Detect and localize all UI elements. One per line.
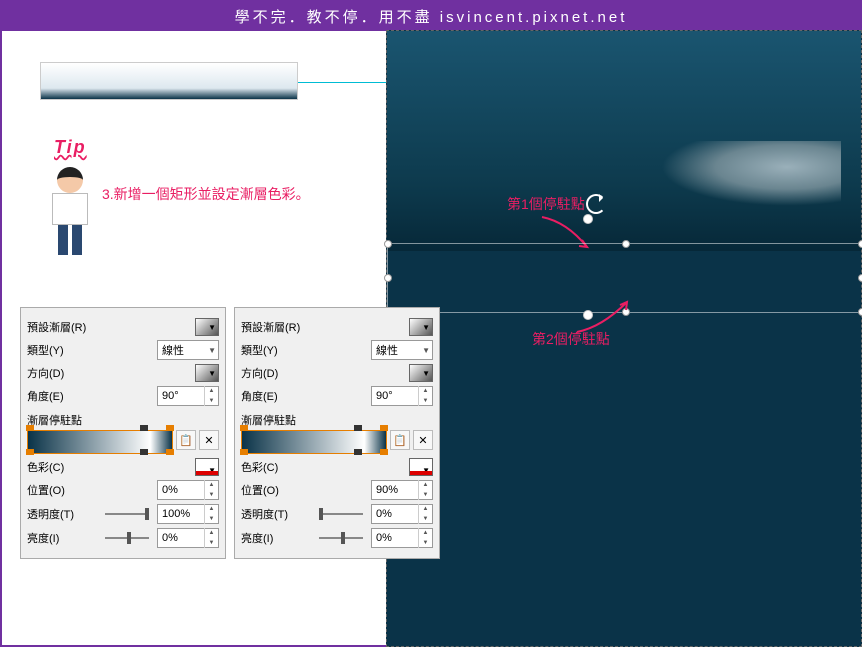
- add-stop-button[interactable]: 📋: [390, 430, 410, 450]
- brightness-slider[interactable]: [105, 537, 149, 539]
- resize-handle[interactable]: [858, 240, 862, 248]
- transparency-slider[interactable]: [319, 513, 363, 515]
- type-dropdown[interactable]: 線性▼: [371, 340, 433, 360]
- shark-graphic: [661, 141, 841, 206]
- tip-label: Tip: [54, 137, 87, 158]
- transparency-label: 透明度(T): [27, 506, 97, 522]
- brightness-input[interactable]: ▲▼: [371, 528, 433, 548]
- brightness-label: 亮度(I): [241, 530, 311, 546]
- preset-dropdown[interactable]: ▼: [195, 318, 219, 336]
- angle-input[interactable]: ▲▼: [371, 386, 433, 406]
- preset-label: 預設漸層(R): [241, 319, 311, 335]
- color-label: 色彩(C): [27, 459, 97, 475]
- gradient-stop-1[interactable]: [583, 214, 593, 224]
- transparency-label: 透明度(T): [241, 506, 311, 522]
- color-picker[interactable]: ▼: [195, 458, 219, 476]
- resize-handle[interactable]: [384, 274, 392, 282]
- gradient-panel-left: 預設漸層(R) ▼ 類型(Y) 線性▼ 方向(D) ▼ 角度(E) ▲▼ 漸層停駐點 📋…: [20, 307, 226, 559]
- angle-label: 角度(E): [27, 388, 97, 404]
- resize-handle[interactable]: [858, 274, 862, 282]
- type-dropdown[interactable]: 線性▼: [157, 340, 219, 360]
- type-label: 類型(Y): [241, 342, 311, 358]
- resize-handle[interactable]: [384, 240, 392, 248]
- annotation-stop2: 第2個停駐點: [532, 329, 610, 349]
- rotate-icon[interactable]: [586, 194, 606, 214]
- avatar-illustration: [40, 167, 100, 262]
- color-label: 色彩(C): [241, 459, 311, 475]
- angle-label: 角度(E): [241, 388, 311, 404]
- direction-label: 方向(D): [27, 365, 97, 381]
- position-label: 位置(O): [27, 482, 97, 498]
- transparency-input[interactable]: ▲▼: [157, 504, 219, 524]
- gradient-preview-strip[interactable]: [27, 430, 173, 454]
- transparency-slider[interactable]: [105, 513, 149, 515]
- type-label: 類型(Y): [27, 342, 97, 358]
- page-banner: 學不完．教不停．用不盡 isvincent.pixnet.net: [2, 2, 860, 31]
- tip-instruction: 3.新增一個矩形並設定漸層色彩。: [102, 184, 310, 204]
- angle-input[interactable]: ▲▼: [157, 386, 219, 406]
- color-picker[interactable]: ▼: [409, 458, 433, 476]
- brightness-label: 亮度(I): [27, 530, 97, 546]
- background-image: [387, 31, 861, 251]
- gradient-panel-right: 預設漸層(R) ▼ 類型(Y) 線性▼ 方向(D) ▼ 角度(E) ▲▼ 漸層停駐點 📋…: [234, 307, 440, 559]
- stops-section-label: 漸層停駐點: [27, 412, 219, 428]
- canvas-workspace[interactable]: 第1個停駐點 第2個停駐點: [386, 30, 862, 647]
- stops-section-label: 漸層停駐點: [241, 412, 433, 428]
- brightness-slider[interactable]: [319, 537, 363, 539]
- preset-dropdown[interactable]: ▼: [409, 318, 433, 336]
- preset-label: 預設漸層(R): [27, 319, 97, 335]
- position-input[interactable]: ▲▼: [371, 480, 433, 500]
- position-input[interactable]: ▲▼: [157, 480, 219, 500]
- gradient-preview-strip[interactable]: [241, 430, 387, 454]
- transparency-input[interactable]: ▲▼: [371, 504, 433, 524]
- direction-dropdown[interactable]: ▼: [409, 364, 433, 382]
- remove-stop-button[interactable]: ✕: [199, 430, 219, 450]
- remove-stop-button[interactable]: ✕: [413, 430, 433, 450]
- brightness-input[interactable]: ▲▼: [157, 528, 219, 548]
- resize-handle[interactable]: [622, 240, 630, 248]
- direction-dropdown[interactable]: ▼: [195, 364, 219, 382]
- gradient-rectangle-sample: [40, 62, 298, 100]
- annotation-stop1: 第1個停駐點: [507, 194, 585, 214]
- position-label: 位置(O): [241, 482, 311, 498]
- resize-handle[interactable]: [858, 308, 862, 316]
- add-stop-button[interactable]: 📋: [176, 430, 196, 450]
- direction-label: 方向(D): [241, 365, 311, 381]
